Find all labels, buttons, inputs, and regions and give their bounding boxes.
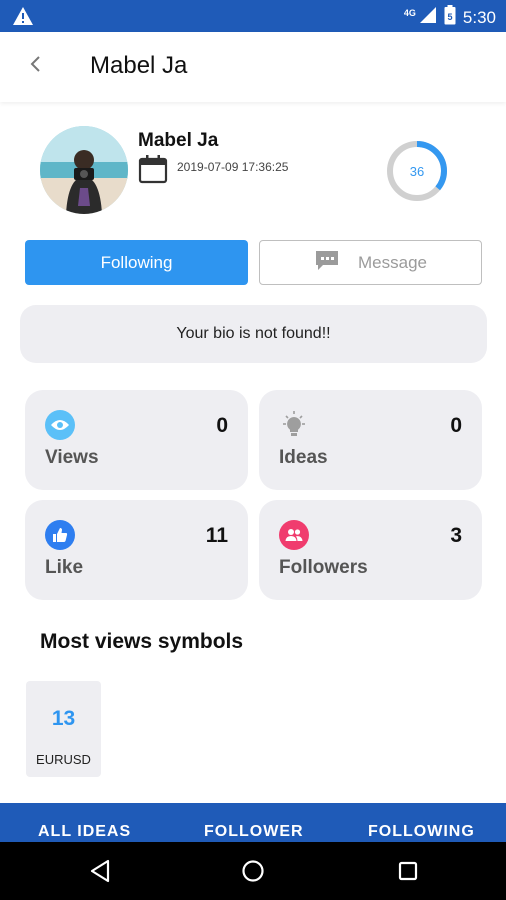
tab-follower[interactable]: FOLLOWER xyxy=(204,823,304,841)
calendar-icon xyxy=(138,154,168,189)
message-label: Message xyxy=(358,252,427,272)
profile-date: 2019-07-09 17:36:25 xyxy=(177,160,289,174)
avatar[interactable] xyxy=(40,126,128,214)
symbol-card[interactable]: 13 EURUSD xyxy=(26,681,101,777)
signal-icon xyxy=(419,6,437,29)
warning-icon xyxy=(12,6,34,31)
stat-card-views[interactable]: 0 Views xyxy=(25,390,248,490)
stat-card-followers[interactable]: 3 Followers xyxy=(259,500,482,600)
stat-label: Followers xyxy=(279,557,368,578)
svg-text:5: 5 xyxy=(447,12,452,22)
stat-card-ideas[interactable]: 0 Ideas xyxy=(259,390,482,490)
tab-following[interactable]: FOLLOWING xyxy=(368,823,475,841)
level-value: 36 xyxy=(409,163,425,179)
status-bar: 4G 5 5:30 xyxy=(0,0,506,32)
following-button[interactable]: Following xyxy=(25,240,248,285)
status-time: 5:30 xyxy=(462,7,496,27)
tab-bar: ALL IDEAS FOLLOWER FOLLOWING xyxy=(0,803,506,843)
stat-label: Ideas xyxy=(279,447,328,468)
chat-icon xyxy=(314,249,340,276)
stat-label: Like xyxy=(45,557,84,578)
stat-value: 3 xyxy=(450,524,462,547)
app-bar: Mabel Ja xyxy=(0,32,506,102)
battery-icon: 5 xyxy=(444,5,456,30)
stat-card-like[interactable]: 11 Like xyxy=(25,500,248,600)
symbol-name: EURUSD xyxy=(36,752,91,767)
navigation-bar xyxy=(0,842,506,900)
people-icon xyxy=(279,520,309,550)
nav-recents-icon[interactable] xyxy=(393,856,423,886)
bio-box: Your bio is not found!! xyxy=(20,305,487,363)
tab-all-ideas[interactable]: ALL IDEAS xyxy=(38,823,131,841)
back-button[interactable] xyxy=(22,52,50,80)
stat-value: 0 xyxy=(450,414,462,437)
section-title: Most views symbols xyxy=(40,630,244,653)
lightbulb-icon xyxy=(279,410,309,440)
nav-back-icon[interactable] xyxy=(85,856,115,886)
stat-value: 11 xyxy=(205,524,228,547)
bio-text: Your bio is not found!! xyxy=(176,325,331,342)
thumbs-up-icon xyxy=(45,520,75,550)
symbol-count: 13 xyxy=(51,707,76,730)
eye-icon xyxy=(45,410,75,440)
page-title: Mabel Ja xyxy=(90,52,188,79)
message-button[interactable]: Message xyxy=(259,240,482,285)
profile-name: Mabel Ja xyxy=(138,130,219,151)
stat-label: Views xyxy=(45,447,99,468)
chevron-left-icon xyxy=(29,55,43,78)
network-type: 4G xyxy=(403,7,416,18)
nav-home-icon[interactable] xyxy=(238,856,268,886)
stat-value: 0 xyxy=(216,414,228,437)
